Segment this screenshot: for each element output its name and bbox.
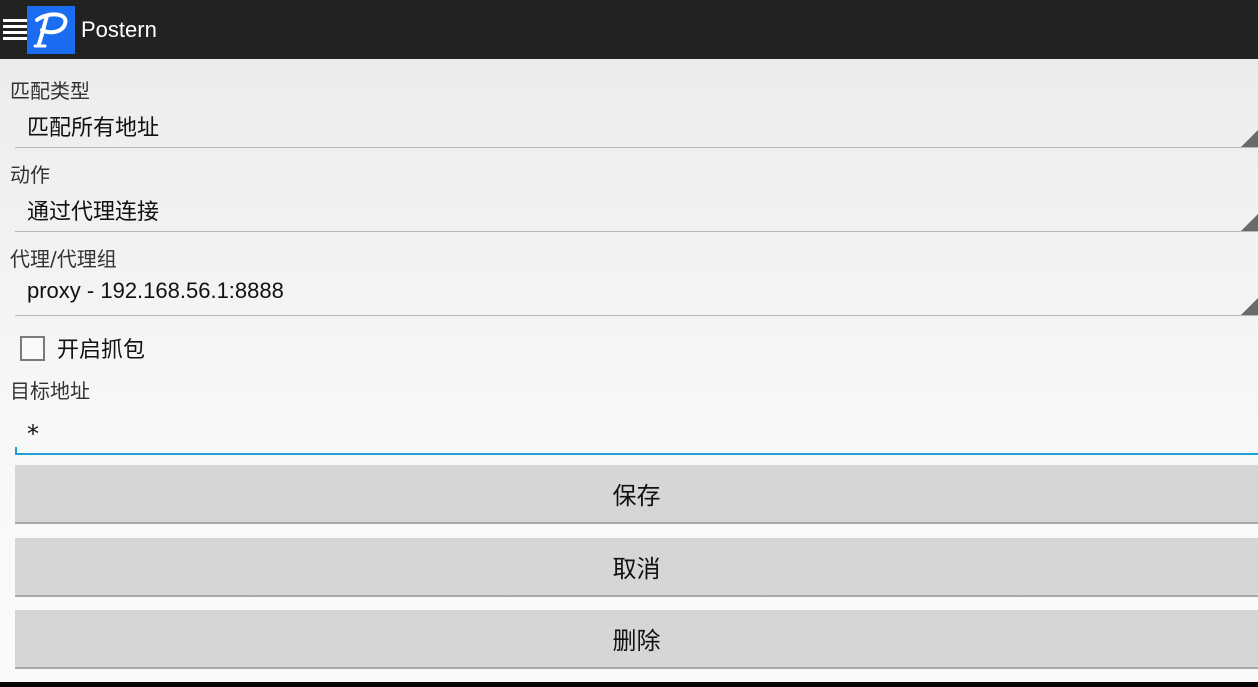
spinner-corner-icon [1241,130,1258,147]
capture-checkbox[interactable] [20,335,45,361]
proxy-value: proxy - 192.168.56.1:8888 [27,278,284,303]
input-edge-left [15,447,17,455]
bottom-edge [0,682,1258,687]
cancel-button[interactable]: 取消 [15,538,1258,597]
rule-edit-form: 匹配类型 匹配所有地址 动作 通过代理连接 代理/代理组 proxy - 192… [0,59,1258,682]
action-bar: Postern [0,0,1258,59]
capture-checkbox-label: 开启抓包 [57,338,146,363]
target-address-input[interactable] [15,409,1258,455]
hamburger-menu-icon[interactable] [3,18,27,41]
app-title: Postern [81,16,157,42]
match-type-label: 匹配类型 [10,79,90,103]
logo-glyph [33,12,68,47]
proxy-label: 代理/代理组 [10,247,117,271]
spinner-corner-icon [1241,214,1258,231]
postern-logo-icon[interactable] [27,5,75,54]
proxy-spinner[interactable]: proxy - 192.168.56.1:8888 [15,272,1258,316]
save-button[interactable]: 保存 [15,465,1258,524]
match-type-value: 匹配所有地址 [27,116,160,141]
match-type-spinner[interactable]: 匹配所有地址 [15,104,1258,148]
action-spinner[interactable]: 通过代理连接 [15,188,1258,232]
action-label: 动作 [10,163,50,187]
action-value: 通过代理连接 [27,200,160,225]
app-window: Postern 匹配类型 匹配所有地址 动作 通过代理连接 代理/代理组 pro… [0,0,1258,687]
spinner-corner-icon [1241,298,1258,315]
delete-button[interactable]: 删除 [15,610,1258,669]
target-address-label: 目标地址 [10,379,90,403]
capture-checkbox-row[interactable]: 开启抓包 [20,333,145,363]
